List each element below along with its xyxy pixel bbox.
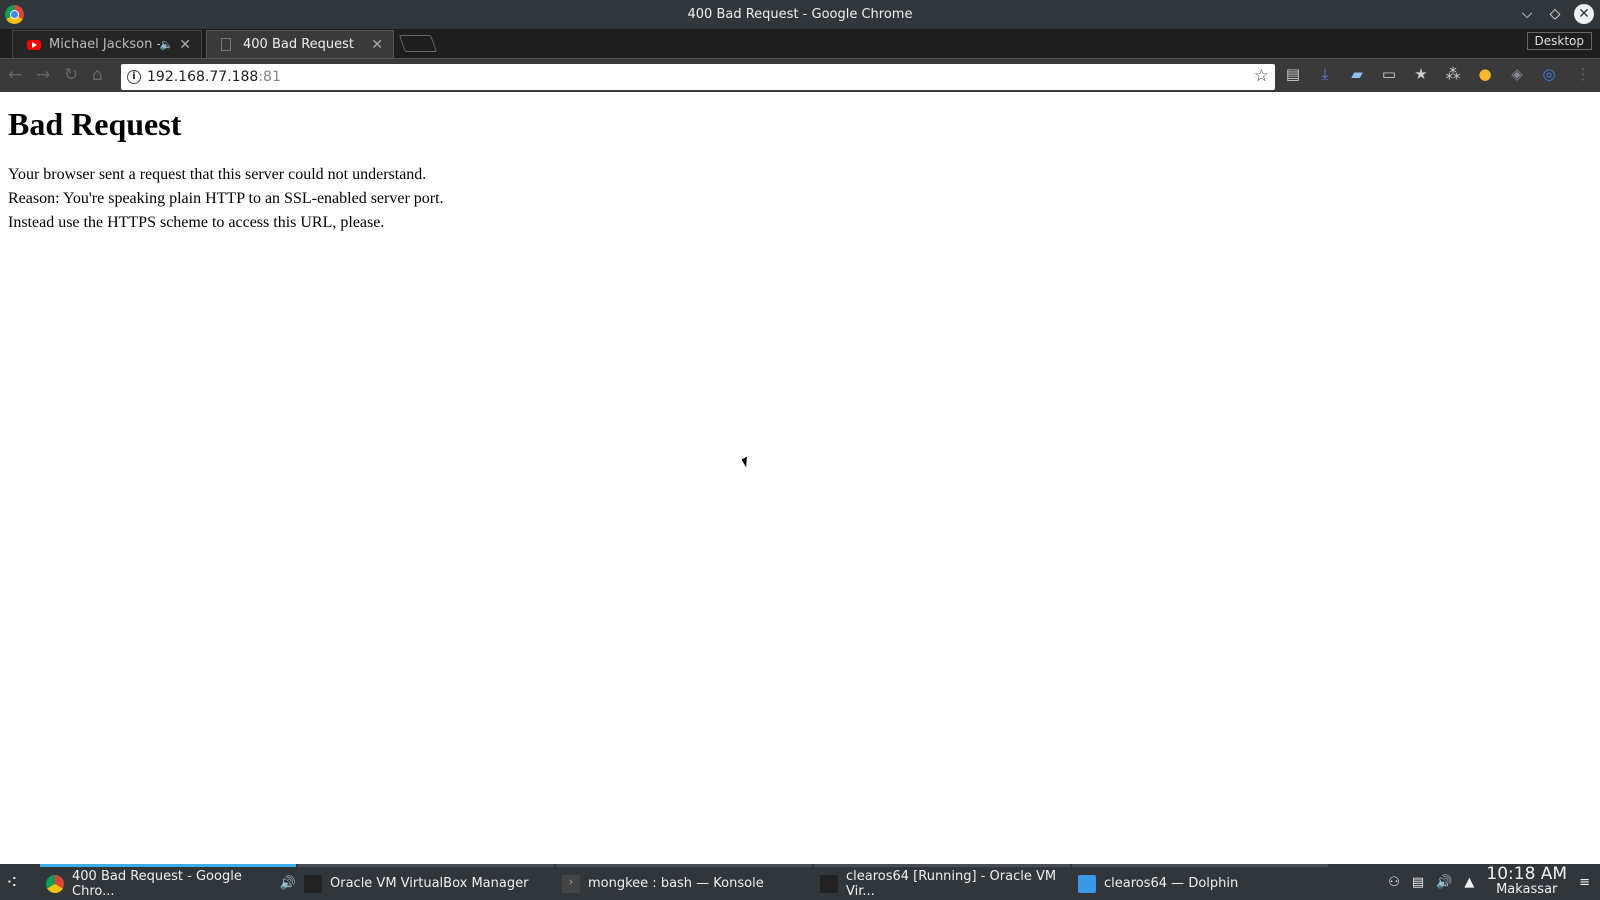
task-chrome[interactable]: 400 Bad Request - Google Chro... 🔊 <box>40 864 296 900</box>
desktop-button[interactable]: Desktop <box>1526 32 1592 50</box>
home-icon[interactable]: ⌂ <box>92 65 103 85</box>
system-tray: ⚇ ▤ 🔊 ▲ 10:18 AM Makassar ≡ <box>1388 864 1590 900</box>
task-label: mongkee : bash — Konsole <box>588 876 764 891</box>
page-content: Bad Request Your browser sent a request … <box>0 94 1600 235</box>
youtube-icon <box>27 39 41 50</box>
error-line: Your browser sent a request that this se… <box>8 166 427 183</box>
menu-icon[interactable]: ⋮ <box>1573 65 1593 85</box>
page-heading: Bad Request <box>8 106 182 142</box>
extension-emoji-icon[interactable]: ● <box>1475 65 1495 85</box>
info-icon[interactable]: i <box>127 70 141 84</box>
tab-bad-request[interactable]: 400 Bad Request ✕ <box>206 30 394 58</box>
task-clearos-vm[interactable]: clearos64 [Running] - Oracle VM Vir... <box>814 864 1070 900</box>
panel-menu-icon[interactable]: ≡ <box>1579 875 1590 890</box>
extension-doc-icon[interactable]: ▤ <box>1283 65 1303 85</box>
task-konsole[interactable]: › mongkee : bash — Konsole <box>556 864 812 900</box>
tab-close-button[interactable]: ✕ <box>371 37 383 53</box>
extension-reader-icon[interactable]: ▭ <box>1379 65 1399 85</box>
chrome-icon <box>46 874 64 893</box>
tab-label: 400 Bad Request <box>243 37 355 52</box>
task-label: 400 Bad Request - Google Chro... <box>72 868 242 899</box>
document-icon <box>221 38 231 51</box>
window-title: 400 Bad Request - Google Chrome <box>687 7 913 22</box>
terminal-icon: › <box>562 874 580 893</box>
virtualbox-icon <box>304 874 322 893</box>
tab-strip: Michael Jackson - Th 🔈 ✕ 400 Bad Request… <box>0 29 1600 58</box>
clipboard-icon[interactable]: ▤ <box>1412 875 1424 890</box>
error-line: Reason: You're speaking plain HTTP to an… <box>8 190 444 207</box>
tab-label: Michael Jackson - Th <box>49 37 160 52</box>
tray-expand-icon[interactable]: ▲ <box>1464 875 1474 890</box>
app-launcher-icon[interactable]: ⁖ <box>6 870 18 894</box>
mouse-cursor-icon <box>741 456 752 468</box>
task-dolphin[interactable]: clearos64 — Dolphin <box>1072 864 1328 900</box>
toolbar: ← → ↻ ⌂ i 192.168.77.188:81 ☆ ▤ ⤓ ▰ ▭ ★ … <box>0 58 1600 92</box>
extension-star-icon[interactable]: ★ <box>1411 65 1431 85</box>
back-icon[interactable]: ← <box>8 65 22 85</box>
user-status-icon[interactable]: ⚇ <box>1388 875 1400 890</box>
task-label: clearos64 [Running] - Oracle VM Vir... <box>846 868 1057 899</box>
extension-download-icon[interactable]: ⤓ <box>1315 65 1335 85</box>
volume-icon[interactable]: 🔊 <box>1436 875 1452 890</box>
close-button[interactable]: ✕ <box>1574 4 1594 24</box>
error-line: Instead use the HTTPS scheme to access t… <box>8 214 385 231</box>
speaker-icon[interactable]: 🔈 <box>160 38 174 51</box>
reload-icon[interactable]: ↻ <box>64 65 78 85</box>
extension-tag-icon[interactable]: ◈ <box>1507 65 1527 85</box>
title-bar: 400 Bad Request - Google Chrome ⌵ ◇ ✕ <box>0 0 1600 29</box>
folder-icon <box>1078 874 1096 893</box>
task-label: Oracle VM VirtualBox Manager <box>330 876 529 891</box>
extension-sync-icon[interactable]: ◎ <box>1539 65 1559 85</box>
url-host: 192.168.77.188 <box>147 69 259 85</box>
url-port: :81 <box>258 69 281 85</box>
task-label: clearos64 — Dolphin <box>1104 876 1239 891</box>
chrome-icon <box>5 5 24 24</box>
forward-icon[interactable]: → <box>36 65 50 85</box>
bookmark-star-icon[interactable]: ☆ <box>1254 66 1269 86</box>
minimize-button[interactable]: ⌵ <box>1518 6 1536 22</box>
clock[interactable]: 10:18 AM Makassar <box>1486 866 1567 898</box>
extension-dots-icon[interactable]: ⁂ <box>1443 65 1463 85</box>
taskbar: ⁖ 400 Bad Request - Google Chro... 🔊 Ora… <box>0 864 1600 900</box>
tab-close-button[interactable]: ✕ <box>179 37 191 53</box>
clock-timezone: Makassar <box>1496 882 1558 897</box>
virtualbox-icon <box>820 874 838 893</box>
new-tab-button[interactable] <box>398 35 438 52</box>
extension-folder-icon[interactable]: ▰ <box>1347 65 1367 85</box>
clock-time: 10:18 AM <box>1486 864 1568 884</box>
speaker-icon[interactable]: 🔊 <box>280 876 296 891</box>
task-virtualbox[interactable]: Oracle VM VirtualBox Manager <box>298 864 554 900</box>
maximize-button[interactable]: ◇ <box>1546 6 1564 22</box>
address-bar[interactable]: i 192.168.77.188:81 ☆ <box>121 64 1275 90</box>
tab-youtube[interactable]: Michael Jackson - Th 🔈 ✕ <box>12 30 202 58</box>
